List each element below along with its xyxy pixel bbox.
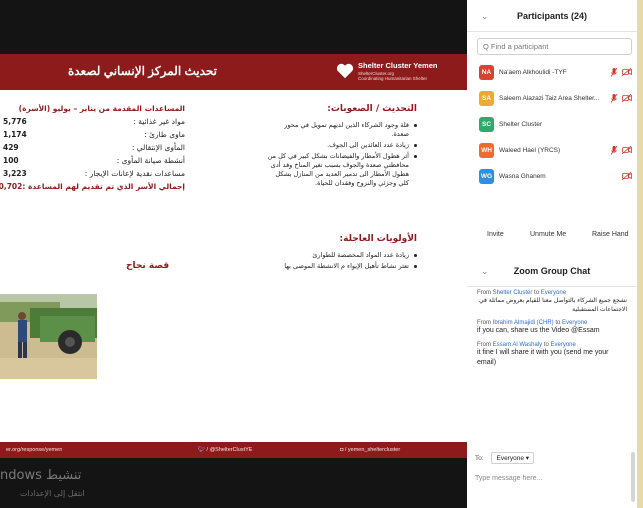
participant-list: NA Na'aem Alkhoulidi -TYF SA Saleem Alaz… (467, 60, 637, 190)
twitter-handle: / @ShelterClustYE (206, 447, 253, 453)
chat-messages: From Shelter Cluster to Everyone نشجع جم… (467, 290, 637, 445)
logo-tagline: Coordinating Humanitarian Shelter (358, 76, 428, 81)
chat-header: ⌄ Zoom Group Chat (467, 255, 637, 287)
chat-title: Zoom Group Chat (513, 266, 591, 276)
side-panel: ⌄ Participants (24) Q Find a participant… (467, 0, 637, 508)
stats-total-label: إجمالي الأسر الذي تم تقديم لهم المساعدة … (22, 182, 185, 191)
chat-message: From Essam Al Washaly to Everyone it fin… (477, 342, 627, 368)
chat-scrollbar[interactable] (631, 452, 635, 502)
chat-message-input[interactable]: Type message here... (475, 475, 631, 489)
participant-name: Waleed Hael (YRCS) (499, 147, 561, 154)
success-story-photo (0, 294, 97, 379)
participant-name: Wasna Ghanem (499, 173, 546, 180)
stat-row: مساعدات نقدية لإعانات الإيجار : 3,223 (3, 169, 185, 178)
participant-row[interactable]: WG Wasna Ghanem (467, 164, 637, 190)
stat-row: ماوى طارئ : 1,174 (3, 130, 185, 139)
stat-value: 100 (3, 156, 19, 165)
stat-row: أنشطة صيانة المأوى : 100 (3, 156, 185, 165)
shared-screen: تحديث المركز الإنساني لصعدة Shelter Clus… (0, 0, 467, 508)
stat-label: مساعدات نقدية لإعانات الإيجار : (84, 169, 185, 178)
twitter-icon: 🐦︎ (198, 447, 205, 453)
participant-name: Saleem Alazazi Taiz Area Shelter... (499, 95, 600, 102)
recipient-select[interactable]: Everyone ▾ (491, 452, 535, 464)
stat-row: مواد غير غذائية : 5,776 (3, 117, 185, 126)
slide-header: تحديث المركز الإنساني لصعدة Shelter Clus… (0, 54, 467, 90)
unmute-me-button[interactable]: Unmute Me (530, 231, 566, 238)
camera-off-icon[interactable] (622, 68, 632, 76)
slide-footer: er.org/response/yemen 🐦︎ / @ShelterClust… (0, 442, 467, 458)
participant-row[interactable]: SA Saleem Alazazi Taiz Area Shelter... (467, 86, 637, 112)
participant-row[interactable]: SC Shelter Cluster (467, 112, 637, 138)
message-text: if you can, share us the Video @Essam (477, 327, 600, 334)
message-text: it fine I will share it with you (send m… (477, 349, 609, 366)
avatar: SC (479, 117, 494, 132)
stats-title: المساعدات المقدمة من يناير – يوليو (الأس… (18, 104, 185, 113)
activate-windows-hint: انتقل إلى الإعدادات (20, 489, 85, 498)
participants-title: Participants (24) (516, 11, 588, 21)
participant-name: Na'aem Alkhoulidi -TYF (499, 69, 567, 76)
shelter-cluster-logo: Shelter Cluster Yemen ShelterCluster.org… (336, 60, 462, 84)
camera-off-icon[interactable] (622, 146, 632, 154)
chat-message: From Shelter Cluster to Everyone نشجع جم… (477, 290, 627, 314)
camera-off-icon[interactable] (622, 172, 632, 180)
priority-item: زيادة عدد المواد المخصصة للطوارئ (252, 251, 417, 260)
assistance-stats: المساعدات المقدمة من يناير – يوليو (الأس… (0, 104, 185, 191)
participant-search-input[interactable]: Q Find a participant (477, 38, 632, 55)
participant-name: Shelter Cluster (499, 121, 542, 128)
stat-row: المأوى الإنتقالي : 429 (3, 143, 185, 152)
stats-total-row: إجمالي الأسر الذي تم تقديم لهم المساعدة … (0, 182, 185, 191)
instagram-icon: ◘ (340, 447, 344, 453)
priorities-section: الأولويات العاجلة: زيادة عدد المواد المخ… (252, 234, 417, 273)
footer-instagram: ◘ / yemen_sheltercluster (340, 447, 400, 453)
stat-label: أنشطة صيانة المأوى : (116, 156, 185, 165)
slide-title: تحديث المركز الإنساني لصعدة (67, 64, 217, 78)
camera-off-icon[interactable] (622, 94, 632, 102)
challenge-item: زيادة عدد العائدين الى الجوف. (267, 141, 417, 150)
stat-value: 5,776 (3, 117, 27, 126)
raise-hand-button[interactable]: Raise Hand (592, 231, 629, 238)
stat-value: 429 (3, 143, 19, 152)
invite-button[interactable]: Invite (487, 231, 504, 238)
chat-recipient-row: To: Everyone ▾ (475, 452, 535, 464)
muted-mic-icon[interactable] (611, 146, 617, 155)
participant-row[interactable]: WH Waleed Hael (YRCS) (467, 138, 637, 164)
participants-header: ⌄ Participants (24) (467, 0, 637, 32)
to-label: To: (475, 455, 484, 462)
message-text: نشجع جميع الشركاء بالتواصل معنا للقيام ب… (479, 297, 627, 313)
stats-total-value: 10,702 (0, 182, 23, 191)
stat-label: مواد غير غذائية : (133, 117, 185, 126)
avatar: WG (479, 169, 494, 184)
avatar: SA (479, 91, 494, 106)
logo-name: Shelter Cluster Yemen (358, 61, 438, 70)
presentation-slide: تحديث المركز الإنساني لصعدة Shelter Clus… (0, 54, 467, 458)
priorities-title: الأولويات العاجلة: (339, 234, 417, 244)
muted-mic-icon[interactable] (611, 68, 617, 77)
footer-twitter: 🐦︎ / @ShelterClustYE (198, 447, 252, 453)
challenge-item: أثر هطول الأمطار والفيضانات بشكل كبير في… (267, 152, 417, 188)
participant-actions: Invite Unmute Me Raise Hand (467, 226, 637, 250)
stat-label: المأوى الإنتقالي : (131, 143, 185, 152)
priorities-list: زيادة عدد المواد المخصصة للطوارئ تعثر نش… (252, 251, 417, 271)
avatar: NA (479, 65, 494, 80)
muted-mic-icon[interactable] (611, 94, 617, 103)
avatar: WH (479, 143, 494, 158)
instagram-handle: / yemen_sheltercluster (344, 447, 401, 453)
priority-item: تعثر نشاط تأهيل الإيواء م الانشطة الموصى… (252, 262, 417, 271)
challenges-title: التحديث / الصعوبات: (327, 104, 417, 114)
challenges-list: قلة وجود الشركاء الذين لديهم تمويل في مح… (267, 121, 417, 188)
challenges-section: التحديث / الصعوبات: قلة وجود الشركاء الذ… (267, 104, 417, 190)
chat-message: From Ibrahim Almajidi (CHR) to Everyone … (477, 320, 627, 336)
activate-windows-watermark: ndows تنشيط (0, 468, 82, 483)
stat-value: 3,223 (3, 169, 27, 178)
challenge-item: قلة وجود الشركاء الذين لديهم تمويل في مح… (267, 121, 417, 139)
stat-label: ماوى طارئ : (144, 130, 185, 139)
stat-value: 1,174 (3, 130, 27, 139)
heart-logo-icon (336, 63, 354, 79)
footer-url: er.org/response/yemen (6, 447, 63, 453)
participant-row[interactable]: NA Na'aem Alkhoulidi -TYF (467, 60, 637, 86)
success-story-title: قصة نجاح (126, 261, 170, 271)
